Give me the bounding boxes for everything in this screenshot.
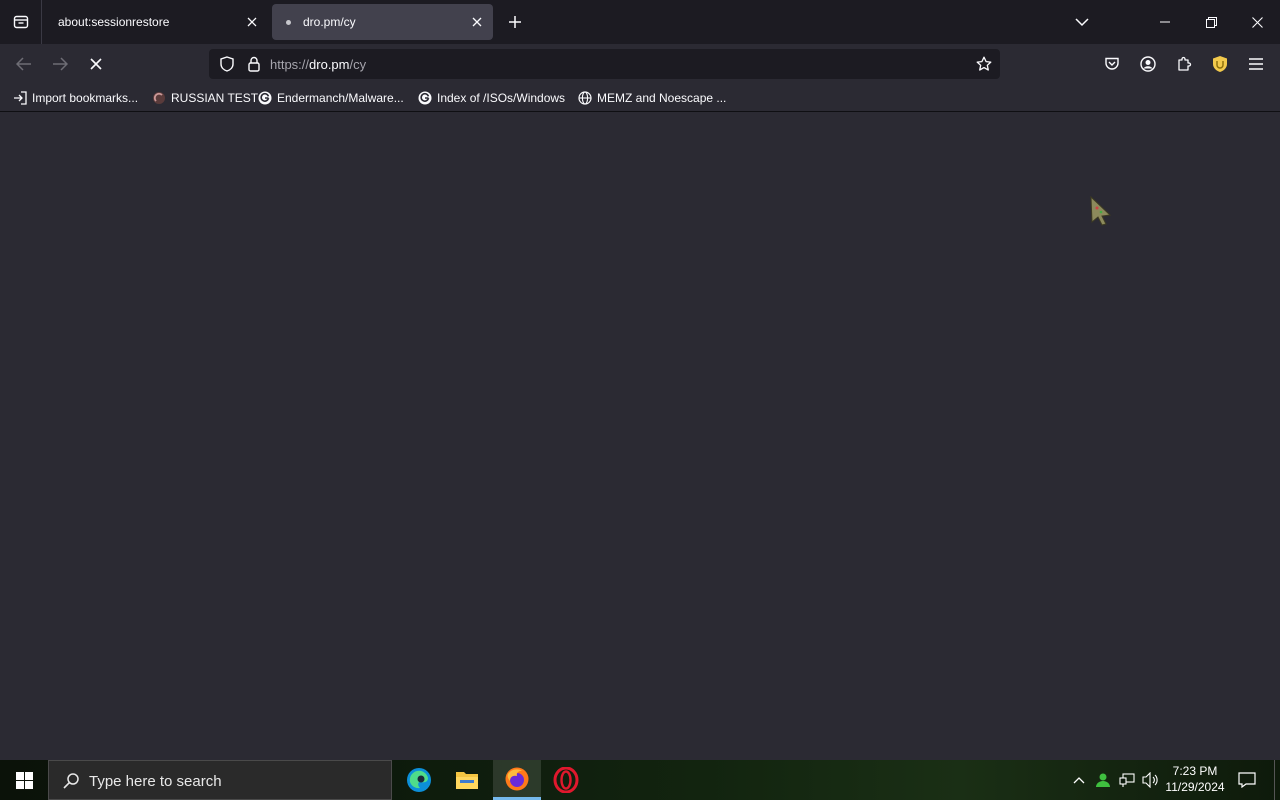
bookmark-label: Endermanch/Malware... [277, 91, 404, 105]
url-text[interactable]: https://dro.pm/cy [270, 57, 366, 72]
site-favicon-icon [151, 90, 167, 106]
show-hidden-icons-button[interactable] [1068, 768, 1090, 792]
start-button[interactable] [0, 760, 48, 800]
extensions-button[interactable] [1172, 52, 1196, 76]
minimize-icon [1160, 21, 1170, 23]
url-scheme: https:// [270, 57, 310, 72]
taskbar-app-firefox[interactable] [493, 760, 541, 800]
loading-indicator-icon [286, 20, 291, 25]
edge-icon [407, 768, 431, 792]
bookmarks-toolbar: Import bookmarks... RUSSIAN TEST Enderma… [0, 84, 1280, 112]
hamburger-icon [1249, 58, 1263, 70]
cursor-icon [1088, 195, 1114, 227]
navigation-toolbar: https://dro.pm/cy [0, 44, 1280, 84]
bookmark-endermanch[interactable]: Endermanch/Malware... [257, 89, 404, 107]
bookmark-label: RUSSIAN TEST [171, 91, 259, 105]
bookmark-label: Import bookmarks... [32, 91, 139, 105]
chevron-up-icon [1073, 777, 1085, 784]
firefox-view-icon [13, 15, 28, 29]
lock-icon[interactable] [242, 52, 266, 76]
bookmark-label: Index of /ISOs/Windows [437, 91, 566, 105]
list-all-tabs-button[interactable] [1070, 10, 1094, 34]
account-icon [1140, 56, 1156, 72]
bookmark-import[interactable]: Import bookmarks... [12, 89, 138, 107]
search-icon [61, 771, 81, 791]
clock-time: 7:23 PM [1172, 764, 1218, 778]
taskbar-app-opera[interactable] [542, 760, 590, 800]
puzzle-icon [1178, 56, 1192, 71]
network-icon[interactable] [1116, 768, 1138, 792]
import-icon [12, 90, 28, 106]
firefox-view-button[interactable] [0, 0, 42, 44]
restore-button[interactable] [1188, 0, 1234, 44]
search-placeholder: Type here to search [89, 773, 222, 790]
arrow-left-icon [16, 57, 31, 71]
chevron-down-icon [1075, 18, 1089, 27]
tab-label: dro.pm/cy [303, 15, 356, 29]
pocket-icon [1105, 57, 1119, 70]
forward-button[interactable] [46, 50, 74, 78]
tab-dro-pm[interactable]: dro.pm/cy [272, 4, 493, 40]
bookmark-memz[interactable]: MEMZ and Noescape ... [577, 89, 726, 107]
restore-icon [1205, 16, 1217, 28]
account-button[interactable] [1136, 52, 1160, 76]
file-explorer-icon [456, 772, 478, 789]
bookmark-index-isos[interactable]: Index of /ISOs/Windows [417, 89, 565, 107]
stop-icon [90, 58, 102, 70]
pocket-button[interactable] [1100, 52, 1124, 76]
tracking-protection-icon[interactable] [215, 52, 239, 76]
google-icon [417, 90, 433, 106]
taskbar-clock[interactable]: 7:23 PM 11/29/2024 [1164, 763, 1226, 795]
bookmark-russian-test[interactable]: RUSSIAN TEST [151, 89, 258, 107]
bookmark-label: MEMZ and Noescape ... [597, 91, 727, 105]
notification-icon [1238, 772, 1256, 788]
new-tab-button[interactable] [502, 8, 528, 36]
window-close-button[interactable] [1234, 0, 1280, 44]
back-button[interactable] [10, 50, 38, 78]
windows-logo-icon [15, 771, 33, 789]
opera-icon [553, 767, 579, 793]
firefox-icon [505, 767, 529, 790]
address-bar[interactable]: https://dro.pm/cy [209, 49, 1000, 79]
bookmark-star-icon[interactable] [972, 52, 996, 76]
windows-taskbar: Type here to search 7:23 PM 11/29/2024 [0, 760, 1280, 800]
close-icon [1251, 16, 1263, 28]
tab-sessionrestore[interactable]: about:sessionrestore [44, 4, 268, 40]
show-desktop-button[interactable] [1274, 760, 1280, 800]
tray-app-icon[interactable] [1092, 768, 1114, 792]
taskbar-app-edge[interactable] [395, 760, 443, 800]
taskbar-app-file-explorer[interactable] [443, 760, 491, 800]
minimize-button[interactable] [1142, 0, 1188, 44]
tab-label: about:sessionrestore [58, 15, 170, 29]
url-path: /cy [349, 57, 367, 72]
globe-icon [577, 90, 593, 106]
google-icon [257, 90, 273, 106]
volume-icon[interactable] [1140, 768, 1162, 792]
plus-icon [509, 16, 521, 28]
clock-date: 11/29/2024 [1165, 780, 1225, 794]
close-icon[interactable] [242, 12, 262, 32]
ublock-origin-button[interactable] [1208, 52, 1232, 76]
app-menu-button[interactable] [1244, 52, 1268, 76]
stop-button[interactable] [82, 50, 110, 78]
arrow-right-icon [53, 57, 68, 71]
close-icon[interactable] [467, 12, 487, 32]
notifications-button[interactable] [1234, 768, 1260, 792]
tab-strip: about:sessionrestore dro.pm/cy [0, 0, 1280, 44]
taskbar-search-box[interactable]: Type here to search [48, 760, 392, 800]
ublock-shield-icon [1213, 56, 1227, 72]
url-host: dro.pm [309, 57, 350, 72]
